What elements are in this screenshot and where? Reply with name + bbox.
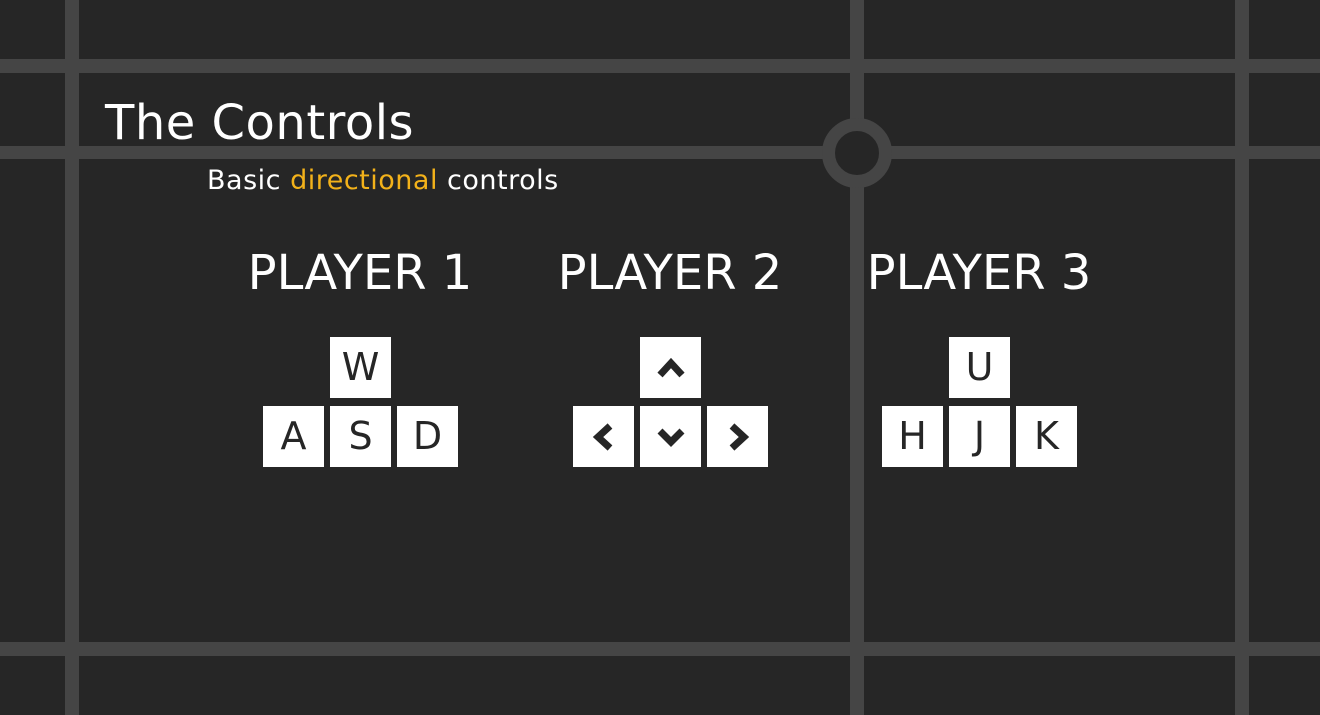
player-3-controls: PLAYER 3 U H J K	[849, 244, 1109, 474]
key-left	[573, 406, 634, 467]
key-up: W	[330, 337, 391, 398]
page-title: The Controls	[105, 95, 415, 151]
page-subtitle: Basic directional controls	[207, 164, 559, 198]
player-1-title: PLAYER 1	[247, 245, 473, 301]
key-down	[640, 406, 701, 467]
key-up	[640, 337, 701, 398]
key-down: J	[949, 406, 1010, 467]
grid-junction-ring	[822, 118, 892, 188]
grid-line-horizontal	[0, 642, 1320, 656]
arrow-up-icon	[656, 357, 685, 377]
subtitle-text: controls	[447, 165, 559, 196]
key-down: S	[330, 406, 391, 467]
player-2-controls: PLAYER 2	[540, 244, 800, 474]
controls-screen: The Controls Basic directional controls …	[0, 0, 1320, 715]
key-left: H	[882, 406, 943, 467]
arrow-down-icon	[657, 428, 684, 447]
subtitle-text: Basic	[207, 165, 281, 196]
player-1-controls: PLAYER 1 W A S D	[230, 244, 490, 474]
key-right: D	[397, 406, 458, 467]
grid-line-vertical	[1235, 0, 1249, 715]
player-3-title: PLAYER 3	[866, 245, 1092, 301]
subtitle-accent-text: directional	[290, 165, 438, 196]
grid-line-horizontal	[0, 59, 1320, 73]
grid-line-vertical	[65, 0, 79, 715]
key-right	[707, 406, 768, 467]
key-up: U	[949, 337, 1010, 398]
key-right: K	[1016, 406, 1077, 467]
arrow-left-icon	[592, 422, 612, 451]
player-2-title: PLAYER 2	[557, 245, 783, 301]
key-left: A	[263, 406, 324, 467]
arrow-right-icon	[729, 422, 749, 451]
